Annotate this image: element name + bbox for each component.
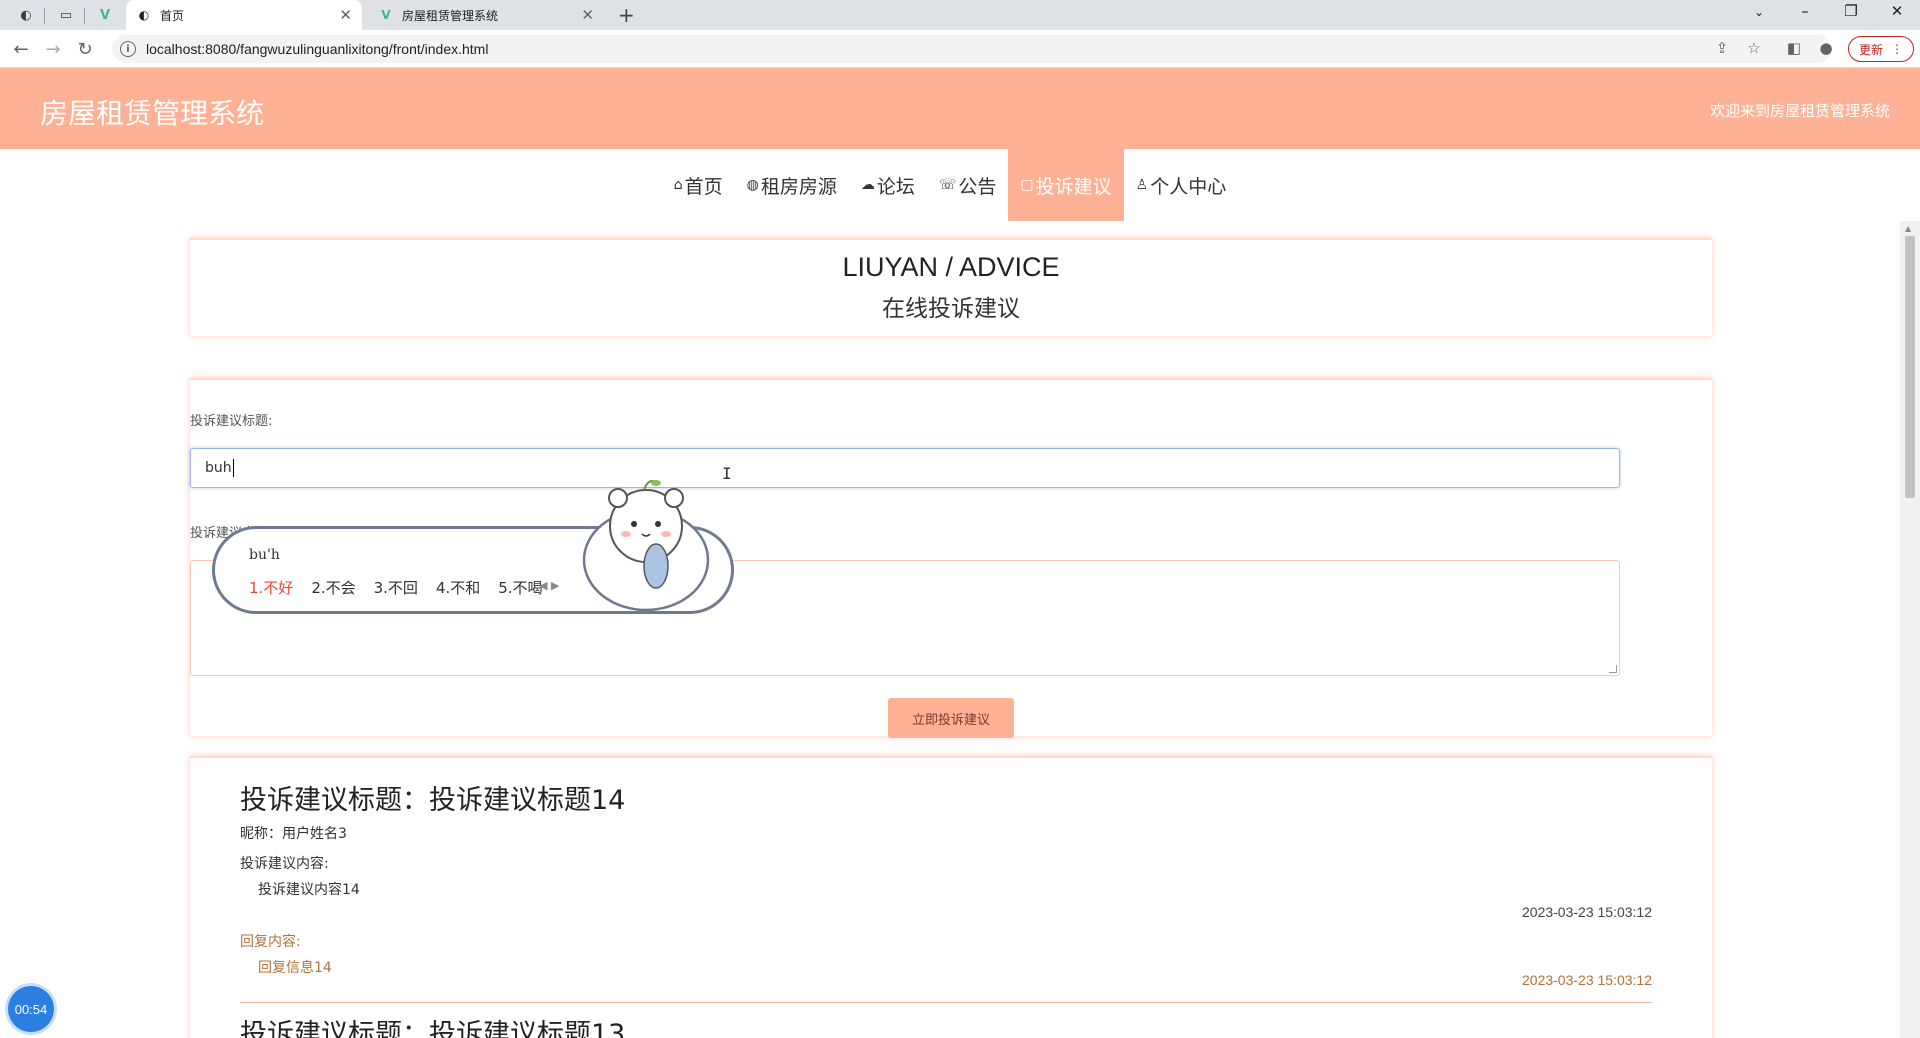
reply-content: 回复信息14	[258, 960, 332, 976]
resize-handle[interactable]	[1609, 665, 1617, 673]
title-field-label: 投诉建议标题:	[190, 414, 273, 429]
welcome-text: 欢迎来到房屋租赁管理系统	[1709, 102, 1890, 120]
minimize-icon[interactable]: –	[1782, 2, 1828, 20]
share-icon[interactable]: ⇪	[1710, 36, 1734, 60]
ime-candidate[interactable]: 1.不好	[249, 577, 293, 598]
nav-item-profile[interactable]: ♙ 个人中心	[1124, 149, 1239, 221]
site-info-icon[interactable]: i	[120, 41, 136, 57]
user-icon: ♙	[1135, 177, 1149, 193]
globe-icon: ◐	[138, 8, 150, 22]
ime-candidate[interactable]: 4.不和	[436, 577, 480, 598]
profile-avatar-icon[interactable]: ●	[1814, 36, 1838, 60]
message-title: 投诉建议标题：投诉建议标题13	[240, 1019, 626, 1038]
message-time: 2023-03-23 15:03:12	[1522, 904, 1652, 920]
main-nav: ⌂ 首页 ◍ 租房房源 ☁ 论坛 ☏ 公告 ▢ 投诉建议 ♙ 个人中心	[0, 149, 1900, 221]
nav-label: 投诉建议	[1035, 175, 1112, 198]
update-label: 更新	[1858, 42, 1883, 57]
browser-toolbar: ← → ↻ i localhost:8080/fangwuzulinguanli…	[0, 30, 1920, 68]
nav-item-home[interactable]: ⌂ 首页	[662, 149, 735, 221]
browser-tab-system[interactable]: V 房屋租赁管理系统 ✕	[368, 0, 604, 30]
page-title-cn: 在线投诉建议	[882, 296, 1020, 322]
browser-tab-bar: ◐ ▭ V ◐ 首页 ✕ V 房屋租赁管理系统 ✕ + ⌄ – ❐ ✕	[0, 0, 1920, 30]
scroll-up-arrow-icon[interactable]: ▲	[1905, 224, 1911, 233]
nav-item-forum[interactable]: ☁ 论坛	[849, 149, 927, 221]
square-icon: ▢	[1020, 177, 1034, 193]
title-input[interactable]: buh	[190, 448, 1620, 488]
nav-item-listings[interactable]: ◍ 租房房源	[735, 149, 849, 221]
vue-icon: V	[381, 8, 391, 22]
ime-candidate[interactable]: 3.不回	[374, 577, 418, 598]
nav-item-complaints[interactable]: ▢ 投诉建议	[1008, 149, 1124, 221]
reply-label: 回复内容:	[240, 934, 301, 950]
page-heading-panel: LIUYAN / ADVICE 在线投诉建议	[190, 238, 1712, 336]
back-icon[interactable]: ←	[8, 36, 34, 62]
text-cursor-icon: I	[722, 464, 732, 483]
url-text[interactable]: localhost:8080/fangwuzulinguanlixitong/f…	[146, 41, 488, 57]
globe-icon: ◍	[746, 177, 759, 193]
ime-candidate[interactable]: 5.不喝	[498, 577, 542, 598]
browser-tab-home[interactable]: ◐ 首页 ✕	[126, 0, 362, 30]
browser-update-button[interactable]: 更新 ⋮	[1848, 36, 1914, 62]
new-tab-icon[interactable]: +	[618, 3, 635, 27]
complaint-list: 投诉建议标题：投诉建议标题14 昵称：用户姓名3 投诉建议内容: 投诉建议内容1…	[190, 756, 1712, 1038]
list-item: 投诉建议标题：投诉建议标题13	[240, 1012, 1652, 1038]
submit-complaint-button[interactable]: 立即投诉建议	[888, 698, 1014, 738]
address-bar[interactable]: i localhost:8080/fangwuzulinguanlixitong…	[112, 35, 1832, 63]
tab-title: 房屋租赁管理系统	[402, 8, 499, 23]
forward-icon[interactable]: →	[40, 36, 66, 62]
nav-label: 首页	[684, 175, 723, 198]
ime-mascot-bear-icon	[582, 480, 710, 612]
tab-list-chevron-icon[interactable]: ⌄	[1736, 5, 1782, 19]
nav-label: 论坛	[876, 175, 915, 198]
close-icon[interactable]: ✕	[339, 7, 352, 23]
nav-label: 个人中心	[1150, 175, 1227, 198]
site-header: 房屋租赁管理系统 欢迎来到房屋租赁管理系统	[0, 68, 1920, 149]
tab-separator	[84, 8, 85, 24]
nav-item-notice[interactable]: ☏ 公告	[927, 149, 1009, 221]
recording-timer-badge[interactable]: 00:54	[8, 986, 54, 1032]
notice-icon: ☏	[938, 177, 957, 193]
window-close-icon[interactable]: ✕	[1874, 2, 1920, 20]
scrollbar-thumb[interactable]	[1905, 236, 1915, 498]
message-nickname: 昵称：用户姓名3	[240, 826, 347, 842]
more-menu-icon: ⋮	[1891, 42, 1903, 56]
tab-vue-icon[interactable]: V	[95, 5, 115, 25]
tab-search-icon[interactable]: ◐	[16, 5, 36, 25]
page-title-en: LIUYAN / ADVICE	[842, 252, 1060, 282]
cloud-icon: ☁	[860, 177, 875, 193]
close-icon[interactable]: ✕	[581, 7, 594, 23]
message-content: 投诉建议内容14	[258, 882, 360, 898]
home-icon: ⌂	[673, 177, 683, 193]
site-title: 房屋租赁管理系统	[40, 97, 265, 130]
restore-icon[interactable]: ❐	[1828, 2, 1874, 20]
list-item: 投诉建议标题：投诉建议标题14 昵称：用户姓名3 投诉建议内容: 投诉建议内容1…	[240, 778, 1652, 1003]
ime-candidate[interactable]: 2.不会	[311, 577, 355, 598]
tab-title: 首页	[160, 8, 185, 23]
title-input-value: buh	[205, 460, 232, 476]
nav-label: 公告	[958, 175, 997, 198]
reply-time: 2023-03-23 15:03:12	[1522, 972, 1652, 988]
list-divider	[240, 1002, 1652, 1003]
tab-separator	[44, 8, 45, 24]
ime-composition: bu'h	[249, 547, 280, 563]
tab-blank-page-icon[interactable]: ▭	[56, 5, 76, 25]
side-panel-icon[interactable]: ◧	[1782, 36, 1806, 60]
bookmark-star-icon[interactable]: ☆	[1742, 36, 1766, 60]
reload-icon[interactable]: ↻	[72, 36, 98, 62]
message-title: 投诉建议标题：投诉建议标题14	[240, 785, 626, 816]
nav-label: 租房房源	[760, 175, 837, 198]
ime-candidate-list: 1.不好 2.不会 3.不回 4.不和 5.不喝	[249, 577, 543, 598]
text-caret	[232, 459, 234, 477]
message-content-label: 投诉建议内容:	[240, 856, 329, 872]
